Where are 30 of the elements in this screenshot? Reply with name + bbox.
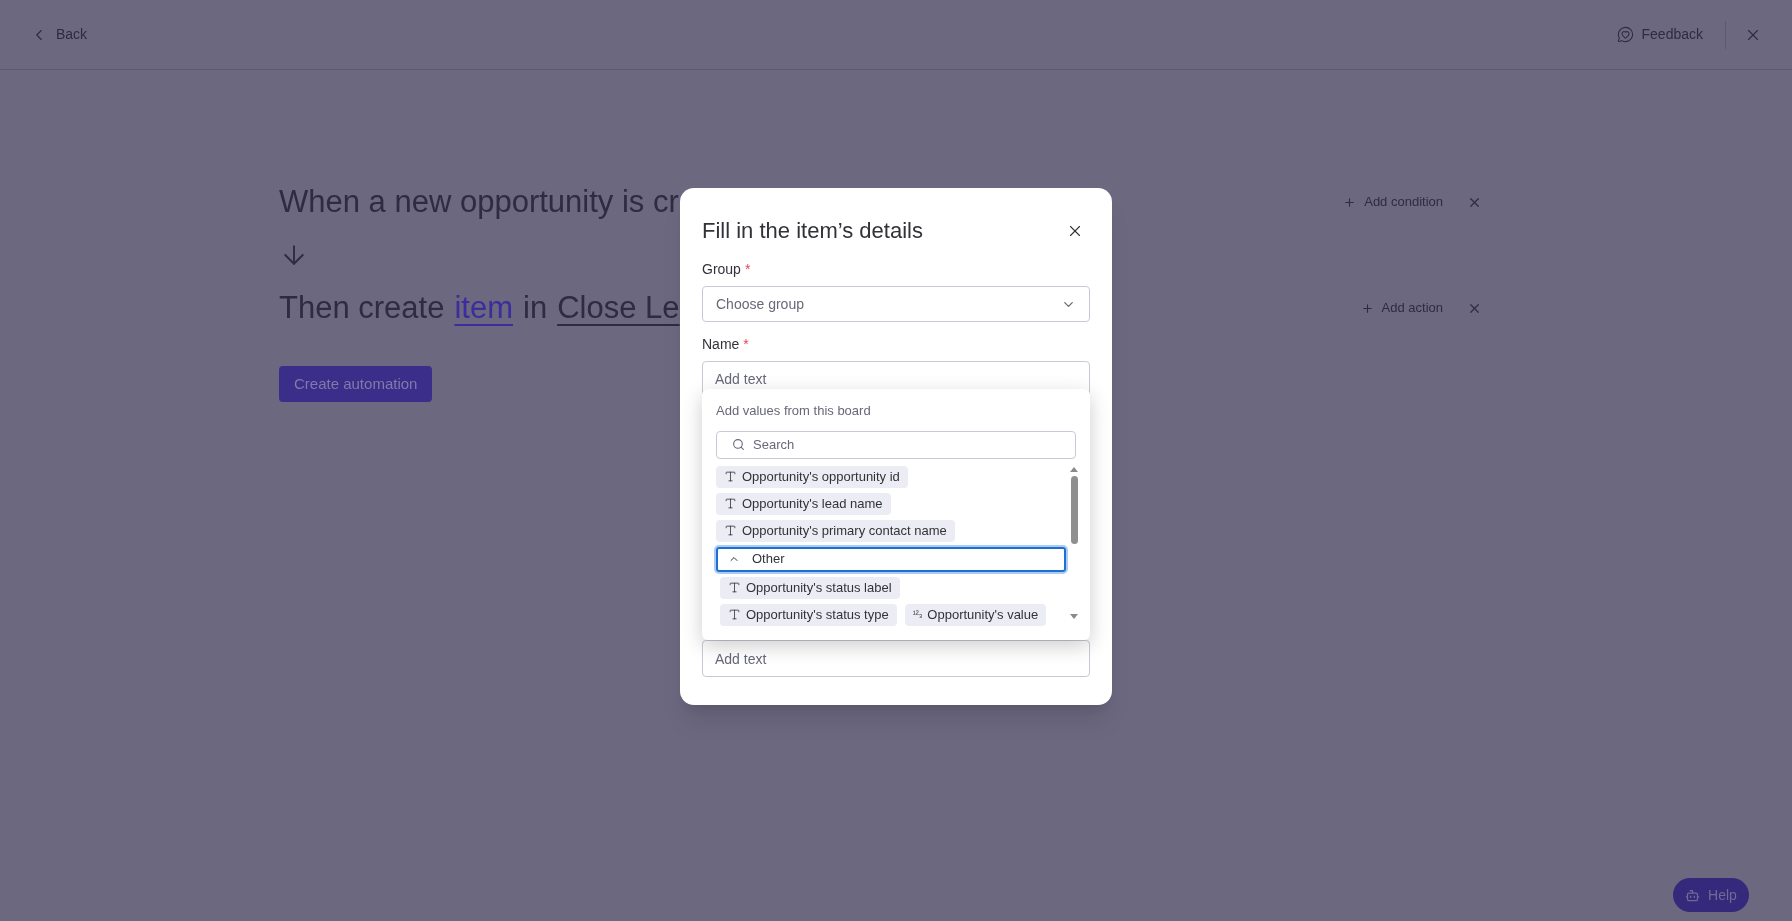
column-chip[interactable]: ¹²₃ Opportunity's value <box>904 603 1047 626</box>
text-type-icon <box>724 524 737 537</box>
text-type-icon <box>724 470 737 483</box>
robot-icon <box>1685 887 1701 903</box>
text-type-icon <box>724 497 737 510</box>
group-header[interactable]: Other <box>716 546 1066 572</box>
field-label: Name <box>702 335 740 354</box>
search-field[interactable]: Search <box>716 430 1076 459</box>
dialog-title: Fill in the item’s details <box>702 217 923 245</box>
column-chip[interactable]: Opportunity's status label <box>720 576 900 599</box>
search-icon <box>732 438 745 451</box>
number-type-icon: ¹²₃ <box>912 607 923 622</box>
plus-icon <box>1343 195 1357 209</box>
field-label: Group <box>702 260 741 279</box>
column-chip[interactable]: Opportunity's status type <box>720 603 897 626</box>
column-chip[interactable]: Opportunity's opportunity id <box>716 465 908 488</box>
text-type-icon <box>728 608 741 621</box>
plus-icon <box>1360 301 1374 315</box>
text-input[interactable]: Add text <box>702 640 1090 677</box>
sentence-text: in <box>523 288 548 327</box>
column-chip[interactable]: Opportunity's primary contact name <box>716 519 955 542</box>
column-chip[interactable]: Opportunity's lead name <box>716 492 891 515</box>
group-select[interactable]: Choose group <box>702 286 1090 322</box>
chat-bubble-icon <box>1616 26 1634 43</box>
trigger-sentence: When a new opportunity is cr <box>279 182 679 221</box>
popup-title: Add values from this board <box>716 402 872 420</box>
required-mark: * <box>743 335 749 354</box>
text-type-icon <box>728 581 741 594</box>
sentence-text: Then create <box>279 288 445 327</box>
required-mark: * <box>744 260 751 279</box>
